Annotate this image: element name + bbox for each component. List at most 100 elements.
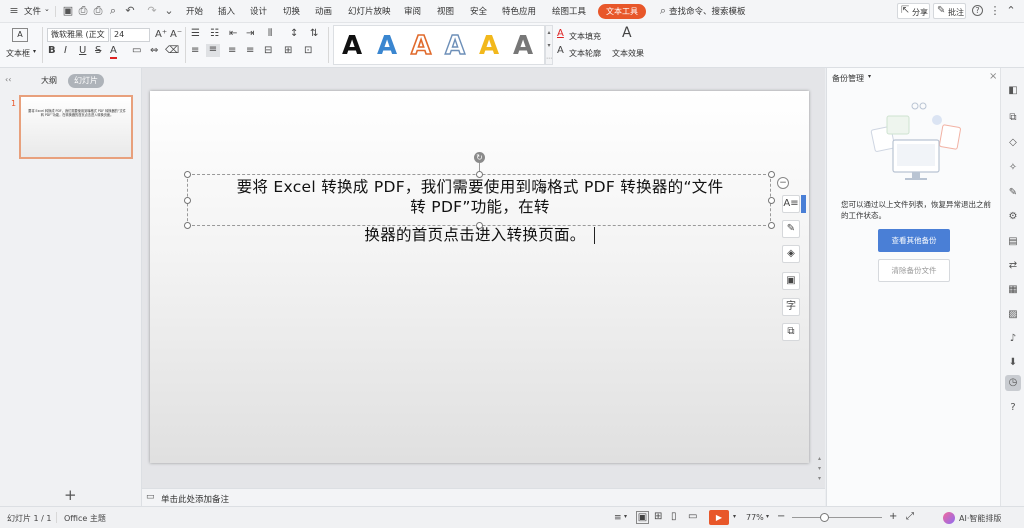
text-fill-button[interactable]: 文本填充 bbox=[569, 31, 601, 42]
convert-icon[interactable]: ⇄ bbox=[1006, 259, 1020, 273]
tab-animation[interactable]: 动画 bbox=[315, 5, 332, 17]
bold-button[interactable]: B bbox=[48, 45, 56, 57]
vertical-align-icon[interactable]: ⊞ bbox=[284, 45, 292, 57]
zoom-out-icon[interactable]: − bbox=[777, 511, 785, 522]
zoom-slider-track[interactable] bbox=[792, 517, 882, 518]
share-button[interactable]: ⇱ 分享 bbox=[897, 3, 930, 19]
tab-insert[interactable]: 插入 bbox=[218, 5, 235, 17]
tab-slides[interactable]: 幻灯片 bbox=[68, 74, 104, 88]
print-icon[interactable]: ⎙ bbox=[92, 5, 104, 17]
notes-placeholder[interactable]: 单击此处添加备注 bbox=[161, 493, 229, 505]
backup-history-icon[interactable]: ◷ bbox=[1005, 375, 1021, 391]
property-icon[interactable]: ◧ bbox=[1006, 84, 1020, 98]
columns-icon[interactable]: ⫴ bbox=[268, 28, 272, 40]
text-outline-icon[interactable]: A bbox=[557, 45, 564, 57]
align-right-icon[interactable]: ≡ bbox=[228, 45, 236, 57]
text-box-options-icon[interactable]: ⊡ bbox=[304, 45, 312, 57]
textbox-icon[interactable]: A bbox=[12, 28, 28, 42]
shape-style-icon[interactable]: A≡ bbox=[782, 195, 800, 213]
tab-outline[interactable]: 大纲 bbox=[34, 74, 64, 88]
image-icon[interactable]: ▨ bbox=[1006, 308, 1020, 322]
underline-button[interactable]: U bbox=[79, 45, 86, 57]
redo-icon[interactable]: ↷ bbox=[146, 5, 158, 17]
scroll-arrows[interactable]: ▴ ▾ ▾ bbox=[818, 454, 824, 484]
text-outline-button[interactable]: 文本轮廓 bbox=[569, 48, 601, 59]
clear-backup-button[interactable]: 清除备份文件 bbox=[878, 259, 950, 282]
outline-icon[interactable]: ▣ bbox=[782, 272, 800, 290]
resize-handle-t[interactable] bbox=[476, 171, 483, 178]
slide-text-line1[interactable]: 要将 Excel 转换成 PDF，我们需要使用到嗨格式 PDF 转换器的“文件转… bbox=[188, 177, 772, 217]
tab-transition[interactable]: 切换 bbox=[283, 5, 300, 17]
shapes-icon[interactable]: ◇ bbox=[1006, 136, 1020, 150]
hamburger-menu-icon[interactable]: ≡ bbox=[8, 5, 20, 17]
wordart-style-blue[interactable]: A bbox=[374, 32, 400, 60]
textbox-chevron-icon[interactable]: ▾ bbox=[33, 48, 36, 55]
resize-handle-tl[interactable] bbox=[184, 171, 191, 178]
tab-special-apps[interactable]: 特色应用 bbox=[502, 5, 536, 17]
slide-sorter-icon[interactable]: ⊞ bbox=[654, 511, 662, 522]
annotate-button[interactable]: ✎ 批注 bbox=[933, 3, 966, 19]
char-spacing-icon[interactable]: ⇔ bbox=[150, 45, 158, 57]
zoom-in-icon[interactable]: + bbox=[889, 511, 897, 522]
textbox-label[interactable]: 文本框 bbox=[6, 48, 30, 59]
ai-layout-icon[interactable] bbox=[943, 512, 955, 524]
increase-indent-icon[interactable]: ⇥ bbox=[246, 28, 254, 40]
text-fill-icon[interactable]: A bbox=[557, 28, 564, 40]
quick-access-more-icon[interactable]: ⌄ bbox=[163, 5, 175, 17]
collapse-panel-icon[interactable]: ‹‹ bbox=[5, 75, 11, 84]
character-icon[interactable]: 字 bbox=[782, 298, 800, 316]
view-other-backups-button[interactable]: 查看其他备份 bbox=[878, 229, 950, 252]
format-brush-icon[interactable]: ✎ bbox=[1006, 186, 1020, 200]
layout-icon[interactable]: ▦ bbox=[1006, 283, 1020, 297]
save-icon[interactable]: ▣ bbox=[62, 5, 74, 17]
export-pdf-icon[interactable]: ⎙ bbox=[77, 5, 89, 17]
wordart-style-black[interactable]: A bbox=[339, 32, 365, 60]
animation-icon[interactable]: ✧ bbox=[1006, 161, 1020, 175]
tab-drawing-tools[interactable]: 绘图工具 bbox=[552, 5, 586, 17]
fit-window-icon[interactable]: ⤢ bbox=[906, 511, 914, 522]
add-slide-icon[interactable]: + bbox=[64, 486, 77, 504]
backup-title-chevron-icon[interactable]: ▾ bbox=[868, 73, 871, 80]
text-effect-button[interactable]: 文本效果 bbox=[612, 48, 644, 59]
align-left-icon[interactable]: ≡ bbox=[191, 45, 199, 57]
zoom-slider-thumb[interactable] bbox=[820, 513, 829, 522]
bullet-list-icon[interactable]: ☰ bbox=[191, 28, 200, 40]
resize-handle-tr[interactable] bbox=[768, 171, 775, 178]
close-panel-icon[interactable]: × bbox=[989, 71, 997, 82]
font-color-icon[interactable]: A bbox=[110, 45, 117, 59]
clear-format-icon[interactable]: ⌫ bbox=[165, 45, 179, 57]
increase-font-icon[interactable]: A⁺ bbox=[155, 29, 167, 41]
wordart-style-orange-outline[interactable]: A bbox=[408, 31, 434, 61]
wordart-style-blue-outline[interactable]: A bbox=[442, 31, 468, 60]
normal-view-icon[interactable]: ▣ bbox=[636, 511, 649, 524]
tool-expand-tab[interactable] bbox=[801, 195, 806, 213]
slide[interactable]: ↻ 要将 Excel 转换成 PDF，我们需要使用到嗨格式 PDF 转换器的“文… bbox=[150, 91, 809, 463]
slideshow-options-chevron-icon[interactable]: ▾ bbox=[733, 513, 736, 520]
command-search[interactable]: 查找命令、搜索模板 bbox=[669, 5, 746, 17]
tab-slideshow[interactable]: 幻灯片放映 bbox=[348, 5, 391, 17]
download-icon[interactable]: ⬇ bbox=[1006, 356, 1020, 370]
audio-icon[interactable]: ♪ bbox=[1006, 332, 1020, 346]
tab-review[interactable]: 审阅 bbox=[404, 5, 421, 17]
resize-handle-r[interactable] bbox=[768, 197, 775, 204]
adjust-icon[interactable]: ⚙ bbox=[1006, 210, 1020, 224]
decrease-indent-icon[interactable]: ⇤ bbox=[229, 28, 237, 40]
arrange-icon[interactable]: ⧉ bbox=[782, 323, 800, 341]
text-highlight-icon[interactable]: ▭ bbox=[132, 45, 141, 57]
reading-view-icon[interactable]: ▯ bbox=[671, 511, 677, 522]
tab-security[interactable]: 安全 bbox=[470, 5, 487, 17]
tab-design[interactable]: 设计 bbox=[250, 5, 267, 17]
wordart-style-yellow[interactable]: A bbox=[476, 32, 502, 60]
template-icon[interactable]: ⧉ bbox=[1006, 111, 1020, 125]
tab-view[interactable]: 视图 bbox=[437, 5, 454, 17]
notes-bar[interactable]: ▭ 单击此处添加备注 bbox=[142, 488, 825, 506]
play-slideshow-button[interactable]: ▶ bbox=[709, 510, 729, 525]
slide-text-line3[interactable]: 换器的首页点击进入转换页面。 bbox=[150, 225, 809, 245]
notes-toggle-chevron-icon[interactable]: ▾ bbox=[624, 513, 627, 520]
help-icon[interactable]: ? bbox=[972, 5, 983, 16]
fill-icon[interactable]: ◈ bbox=[782, 245, 800, 263]
help-circle-icon[interactable]: ? bbox=[1006, 401, 1020, 415]
zoom-chevron-icon[interactable]: ▾ bbox=[766, 513, 769, 520]
backup-panel-title[interactable]: 备份管理 bbox=[832, 73, 864, 84]
file-menu[interactable]: 文件 bbox=[24, 5, 41, 17]
